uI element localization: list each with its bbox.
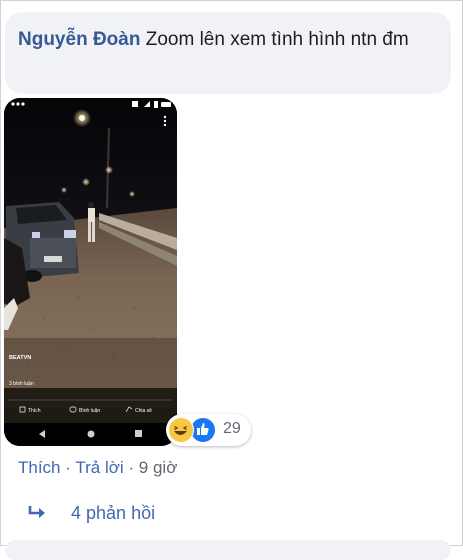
comment-bubble: Nguyễn Đoàn Zoom lên xem tình hình ntn đ… — [5, 12, 451, 94]
reply-link[interactable]: Trả lời — [75, 458, 123, 477]
comment-text: Zoom lên xem tình hình ntn đm — [145, 29, 409, 50]
view-replies-link[interactable]: 4 phản hồi — [28, 503, 155, 525]
video-comment-count: 3 bình luận — [9, 381, 34, 387]
video-channel-name: BEATVN — [9, 355, 31, 361]
video-like-label: Thích — [28, 408, 41, 414]
recent-apps-icon[interactable] — [135, 430, 142, 437]
replies-label: 4 phản hồi — [71, 503, 156, 523]
reaction-count: 29 — [223, 420, 241, 437]
comment-time: 9 giờ — [138, 458, 178, 477]
video-screenshot[interactable]: BEATVN 3 bình luận Thích Bình luận Chia … — [4, 98, 177, 446]
separator: · — [65, 458, 71, 477]
home-icon[interactable] — [87, 430, 95, 438]
haha-icon — [168, 417, 194, 443]
reactions-summary[interactable]: 29 — [166, 414, 251, 446]
video-menu-icon[interactable] — [163, 115, 167, 127]
video-share-label: Chia sẻ — [135, 408, 152, 414]
comment-author[interactable]: Nguyễn Đoàn — [18, 29, 140, 50]
like-link[interactable]: Thích — [18, 458, 61, 477]
separator: · — [128, 458, 135, 477]
next-comment-bubble — [5, 540, 451, 560]
comment-actions: Thích · Trả lời · 9 giờ — [18, 458, 177, 478]
video-comment-label: Bình luận — [79, 408, 100, 414]
reply-arrow-icon — [28, 504, 50, 525]
